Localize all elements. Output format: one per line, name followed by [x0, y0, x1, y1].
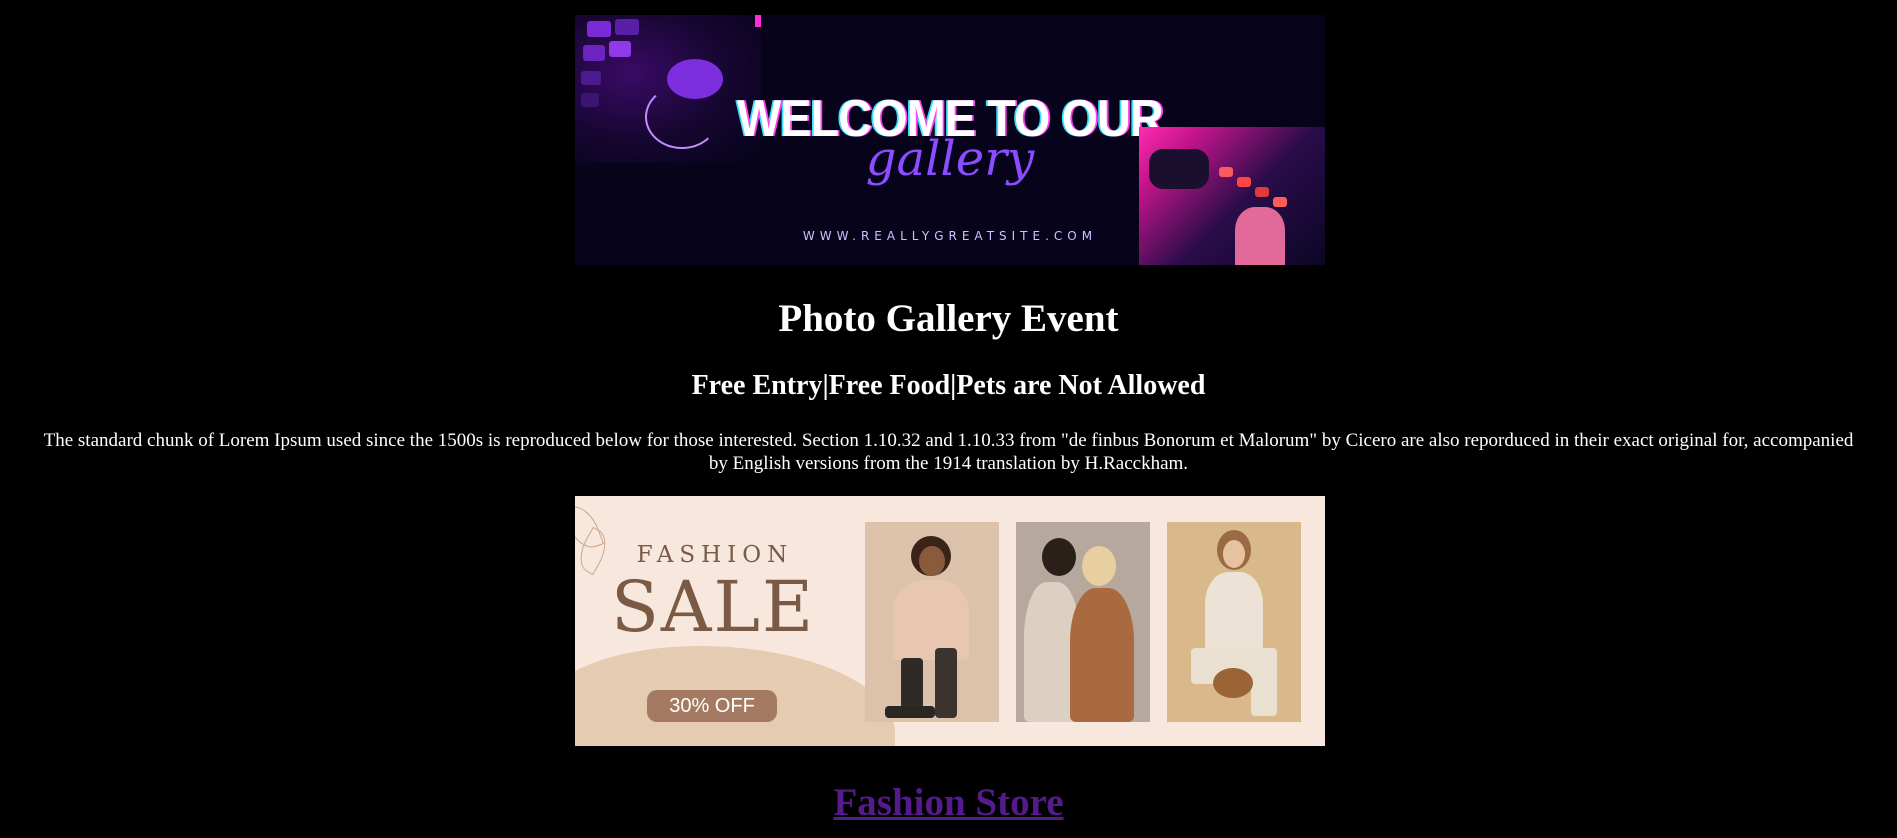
fashion-store-link[interactable]: Fashion Store [0, 780, 1897, 825]
fashion-sale-banner-image: FASHION SALE 30% OFF [575, 496, 1325, 746]
model-photo-1 [865, 522, 999, 722]
model-photo-3 [1167, 522, 1301, 722]
sale-heading-text: SALE [610, 566, 816, 648]
gallery-banner-image: WELCOME TO OUR gallery WWW.REALLYGREATSI… [575, 15, 1325, 265]
event-title: Photo Gallery Event [778, 297, 1119, 340]
fashion-store-link-text[interactable]: Fashion Store [833, 781, 1063, 824]
model-photo-2 [1016, 522, 1150, 722]
page: WELCOME TO OUR gallery WWW.REALLYGREATSI… [0, 0, 1897, 838]
sale-fashion-text: FASHION [636, 542, 794, 568]
event-description: The standard chunk of Lorem Ipsum used s… [43, 430, 1854, 474]
keyboard-hand-photo [1139, 127, 1325, 265]
event-subtitle: Free Entry|Free Food|Pets are Not Allowe… [691, 370, 1206, 401]
discount-badge: 30% OFF [647, 690, 777, 722]
